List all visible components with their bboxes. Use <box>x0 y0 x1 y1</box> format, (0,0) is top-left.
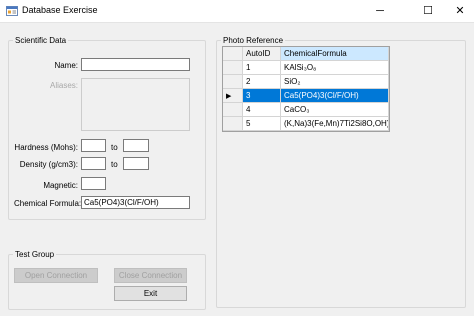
close-connection-button[interactable]: Close Connection <box>114 268 187 283</box>
column-header-autoid[interactable]: AutoID <box>243 47 281 61</box>
row-header[interactable] <box>223 117 243 131</box>
chemical-formula-cell[interactable]: KAlSi₃O₈ <box>281 61 389 75</box>
title-bar: Database Exercise ─ ☐ ✕ <box>0 0 474 23</box>
table-row[interactable]: 1 KAlSi₃O₈ <box>223 61 389 75</box>
table-row[interactable]: 5 (K,Na)3(Fe,Mn)7Ti2Si8O,OH)31 <box>223 117 389 131</box>
row-header[interactable]: ▶ <box>223 89 243 103</box>
row-header[interactable] <box>223 103 243 117</box>
column-header-chemicalformula[interactable]: ChemicalFormula <box>281 47 389 61</box>
aliases-label: Aliases: <box>49 81 78 90</box>
aliases-textarea <box>81 78 190 131</box>
table-row-selected[interactable]: ▶ 3 Ca5(PO4)3(Cl/F/OH) <box>223 89 389 103</box>
autoid-cell[interactable]: 5 <box>243 117 281 131</box>
exit-button[interactable]: Exit <box>114 286 187 301</box>
row-header[interactable] <box>223 75 243 89</box>
window-title: Database Exercise <box>22 5 98 15</box>
chemical-formula-input[interactable] <box>81 196 190 209</box>
chemical-formula-cell[interactable]: (K,Na)3(Fe,Mn)7Ti2Si8O,OH)31 <box>281 117 389 131</box>
density-to-label: to <box>111 160 118 169</box>
autoid-cell[interactable]: 2 <box>243 75 281 89</box>
autoid-cell[interactable]: 1 <box>243 61 281 75</box>
minimize-icon[interactable]: ─ <box>366 0 394 22</box>
hardness-to-label: to <box>111 143 118 152</box>
hardness-label: Hardness (Mohs): <box>14 143 78 152</box>
chemical-formula-label: Chemical Formula: <box>14 199 82 208</box>
chemical-formula-cell[interactable]: SiO₂ <box>281 75 389 89</box>
grid-header-row: AutoID ChemicalFormula <box>223 47 389 61</box>
table-row[interactable]: 4 CaCO₃ <box>223 103 389 117</box>
name-label: Name: <box>54 61 78 70</box>
photo-reference-legend: Photo Reference <box>223 36 284 45</box>
current-row-arrow-icon: ▶ <box>226 93 232 100</box>
mineral-data-grid[interactable]: AutoID ChemicalFormula 1 KAlSi₃O₈ 2 SiO₂… <box>222 46 390 132</box>
grid-corner-cell <box>223 47 243 61</box>
magnetic-input[interactable] <box>81 177 106 190</box>
open-connection-button[interactable]: Open Connection <box>14 268 98 283</box>
table-row[interactable]: 2 SiO₂ <box>223 75 389 89</box>
autoid-cell[interactable]: 4 <box>243 103 281 117</box>
row-header[interactable] <box>223 61 243 75</box>
autoid-cell[interactable]: 3 <box>243 89 281 103</box>
hardness-from-input[interactable] <box>81 139 106 152</box>
chemical-formula-cell[interactable]: Ca5(PO4)3(Cl/F/OH) <box>281 89 389 103</box>
density-label: Density (g/cm3): <box>19 160 78 169</box>
test-group-legend: Test Group <box>15 250 55 259</box>
close-icon[interactable]: ✕ <box>446 0 474 22</box>
app-icon <box>6 6 18 16</box>
name-input[interactable] <box>81 58 190 71</box>
hardness-to-input[interactable] <box>123 139 149 152</box>
scientific-data-legend: Scientific Data <box>15 36 67 45</box>
chemical-formula-cell[interactable]: CaCO₃ <box>281 103 389 117</box>
density-from-input[interactable] <box>81 157 106 170</box>
maximize-icon[interactable]: ☐ <box>414 0 442 22</box>
magnetic-label: Magnetic: <box>43 181 78 190</box>
density-to-input[interactable] <box>123 157 149 170</box>
